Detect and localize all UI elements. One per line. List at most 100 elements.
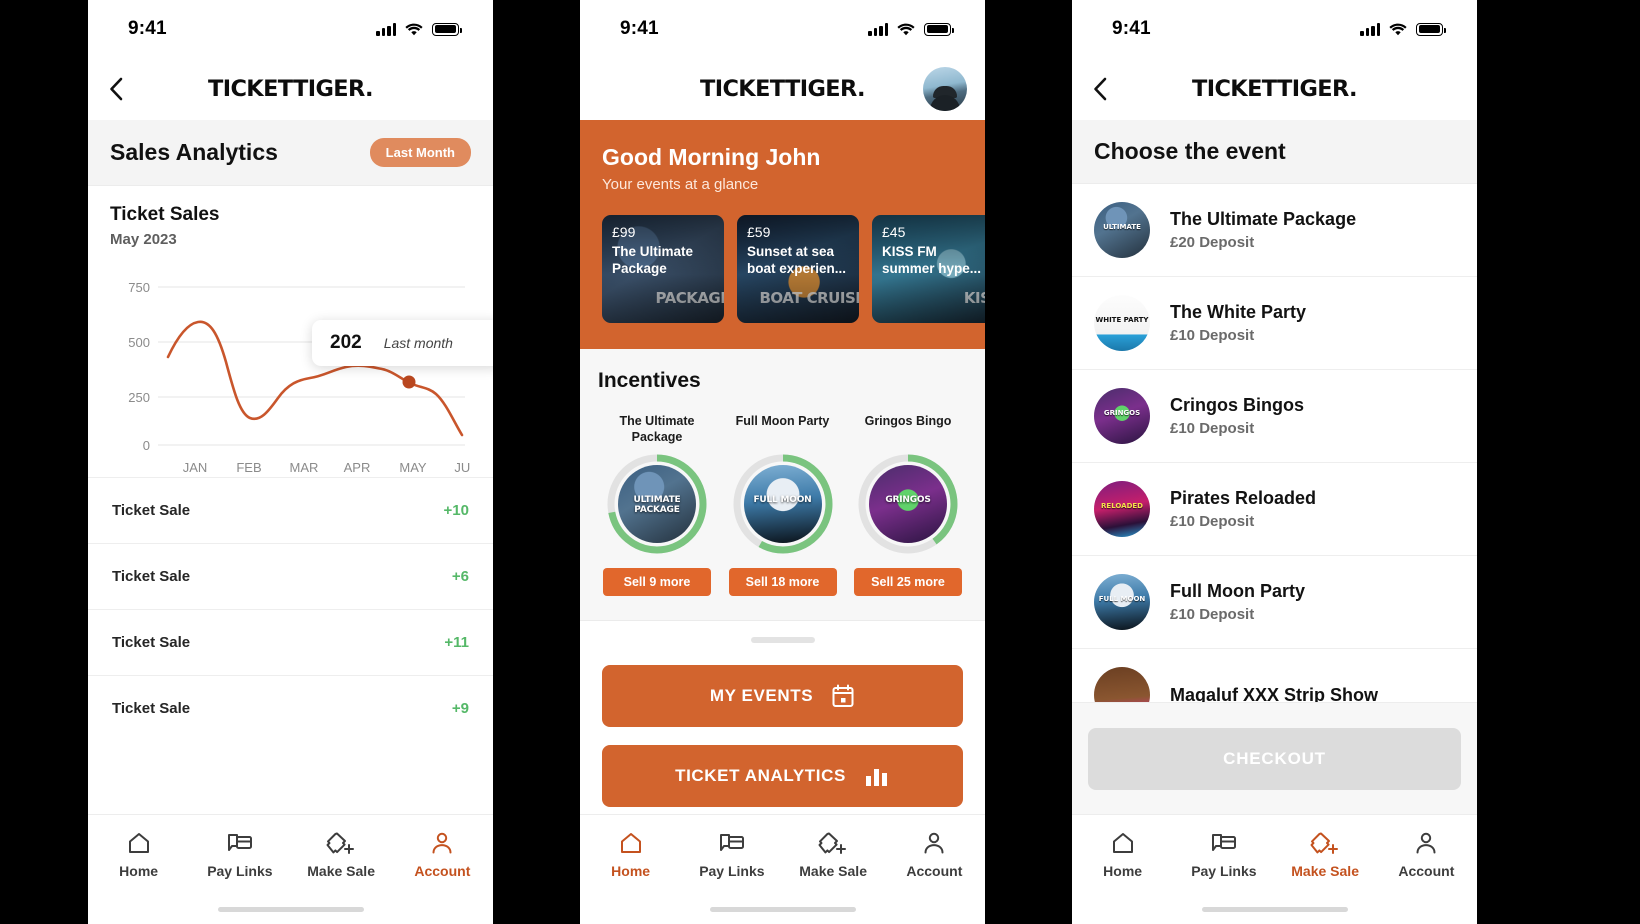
incentive-badge-text: GRINGOS: [885, 494, 931, 505]
event-card-price: £45: [882, 224, 906, 240]
chart-title: Ticket Sales: [110, 204, 220, 225]
event-card-carousel[interactable]: PACKAGE £99 The Ultimate Package BOAT CR…: [602, 215, 985, 323]
choose-event-header: Choose the event: [1072, 120, 1477, 184]
tab-pay-links[interactable]: Pay Links: [1173, 831, 1274, 879]
tab-home[interactable]: Home: [1072, 831, 1173, 879]
tab-label: Account: [906, 863, 963, 879]
person-icon: [924, 832, 944, 854]
tab-pay-links[interactable]: Pay Links: [681, 831, 782, 879]
sale-amount: +11: [444, 634, 469, 651]
event-card[interactable]: KISS £45 KISS FM summer hype...: [872, 215, 985, 323]
event-card[interactable]: PACKAGE £99 The Ultimate Package: [602, 215, 724, 323]
sales-analytics-header: Sales Analytics Last Month: [88, 120, 493, 186]
incentive-thumbnail: ULTIMATE PACKAGE: [618, 465, 696, 543]
list-item[interactable]: Ticket Sale +6: [88, 543, 493, 609]
event-thumbnail: GRINGOS: [1094, 388, 1150, 444]
event-deposit: £10 Deposit: [1170, 420, 1255, 437]
tab-label: Pay Links: [207, 863, 273, 879]
phone-screen-sales-analytics: 9:41 TICKETTIGER. Sales Analytics Last M…: [88, 0, 493, 924]
bottom-tab-bar: Home Pay Links Make Sale Account: [1072, 814, 1477, 924]
battery-full-icon: [432, 22, 462, 36]
tab-home[interactable]: Home: [88, 831, 189, 879]
incentives-section: Incentives The Ultimate Package ULTIMATE…: [580, 349, 985, 621]
home-icon: [1112, 833, 1133, 853]
sale-label: Ticket Sale: [112, 634, 191, 651]
event-deposit: £20 Deposit: [1170, 234, 1255, 251]
event-info: The Ultimate Package £20 Deposit: [1170, 209, 1455, 251]
tooltip-value: 202: [330, 332, 362, 353]
status-time: 9:41: [128, 18, 167, 39]
event-name: Cringos Bingos: [1170, 395, 1304, 415]
status-icons: [376, 22, 462, 36]
screenshot-stage: 9:41 TICKETTIGER. Sales Analytics Last M…: [0, 0, 1640, 924]
tab-label: Make Sale: [799, 863, 867, 879]
tab-account[interactable]: Account: [392, 831, 493, 879]
sale-label: Ticket Sale: [112, 700, 191, 717]
event-card-name: KISS FM summer hype...: [882, 244, 982, 276]
list-item[interactable]: ULTIMATE The Ultimate Package £20 Deposi…: [1072, 184, 1477, 276]
battery-full-icon: [1416, 22, 1446, 36]
tab-account[interactable]: Account: [884, 831, 985, 879]
svg-text:FEB: FEB: [236, 460, 261, 475]
event-card-text: £99 The Ultimate Package: [602, 215, 724, 287]
battery-full-icon: [924, 22, 954, 36]
status-time: 9:41: [620, 18, 659, 39]
greeting-title: Good Morning John: [602, 144, 821, 170]
tooltip-label: Last month: [383, 335, 453, 351]
list-item[interactable]: GRINGOS Cringos Bingos £10 Deposit: [1072, 369, 1477, 462]
cellular-bars-icon: [1360, 22, 1380, 36]
incentive-progress-ring: FULL MOON: [731, 452, 835, 556]
drag-handle[interactable]: [750, 637, 815, 643]
incentive-sell-button[interactable]: Sell 9 more: [603, 568, 711, 596]
chart-gridlines: [158, 286, 465, 446]
event-name: The Ultimate Package: [1170, 209, 1357, 229]
event-info: The White Party £10 Deposit: [1170, 302, 1455, 344]
tab-account[interactable]: Account: [1376, 831, 1477, 879]
home-icon: [620, 833, 641, 853]
list-item[interactable]: WHITE PARTY The White Party £10 Deposit: [1072, 276, 1477, 369]
event-thumbnail: FULL MOON: [1094, 574, 1150, 630]
svg-text:JAN: JAN: [183, 460, 208, 475]
app-brand-title: TICKETTIGER.: [1192, 76, 1358, 102]
list-item[interactable]: RELOADED Pirates Reloaded £10 Deposit: [1072, 462, 1477, 555]
tab-make-sale[interactable]: Make Sale: [783, 831, 884, 879]
status-bar: 9:41: [580, 0, 985, 58]
incentive-progress-ring: GRINGOS: [856, 452, 960, 556]
incentive-badge-text: ULTIMATE PACKAGE: [633, 494, 681, 515]
tab-label: Pay Links: [699, 863, 765, 879]
greeting-subtitle: Your events at a glance: [602, 176, 759, 193]
list-item[interactable]: Ticket Sale +9: [88, 675, 493, 741]
tab-label: Home: [119, 863, 159, 879]
tab-label: Home: [611, 863, 651, 879]
ticket-plus-icon: [1310, 832, 1339, 854]
tab-make-sale[interactable]: Make Sale: [291, 831, 392, 879]
list-item[interactable]: FULL MOON Full Moon Party £10 Deposit: [1072, 555, 1477, 648]
event-card-price: £99: [612, 224, 636, 240]
svg-text:MAR: MAR: [290, 460, 319, 475]
incentive-sell-button[interactable]: Sell 18 more: [728, 568, 837, 596]
event-card-name: The Ultimate Package: [612, 244, 694, 276]
tab-home[interactable]: Home: [580, 831, 681, 879]
tab-pay-links[interactable]: Pay Links: [189, 831, 290, 879]
event-selection-list: ULTIMATE The Ultimate Package £20 Deposi…: [1072, 184, 1477, 741]
checkout-button[interactable]: CHECKOUT: [1088, 727, 1461, 790]
sale-amount: +6: [451, 568, 469, 585]
list-item[interactable]: Ticket Sale +10: [88, 477, 493, 543]
incentive-sell-button[interactable]: Sell 25 more: [854, 568, 962, 596]
event-card[interactable]: BOAT CRUISE £59 Sunset at sea boat exper…: [737, 215, 859, 323]
cellular-bars-icon: [868, 22, 888, 36]
event-deposit: £10 Deposit: [1170, 327, 1255, 344]
user-avatar-photo[interactable]: [923, 67, 967, 111]
calendar-icon: [832, 684, 854, 707]
event-card-text: £45 KISS FM summer hype...: [872, 215, 985, 287]
list-item[interactable]: Ticket Sale +11: [88, 609, 493, 675]
my-events-button[interactable]: MY EVENTS: [602, 665, 963, 727]
status-time: 9:41: [1112, 18, 1151, 39]
ticket-analytics-button[interactable]: TICKET ANALYTICS: [602, 745, 963, 807]
tab-make-sale[interactable]: Make Sale: [1275, 831, 1376, 879]
event-thumbnail: ULTIMATE: [1094, 202, 1150, 258]
event-badge-text: FULL MOON: [1098, 595, 1146, 604]
event-info: Pirates Reloaded £10 Deposit: [1170, 488, 1455, 530]
bottom-tab-bar: Home Pay Links Make Sale Account: [580, 814, 985, 924]
period-filter-pill[interactable]: Last Month: [369, 138, 471, 167]
